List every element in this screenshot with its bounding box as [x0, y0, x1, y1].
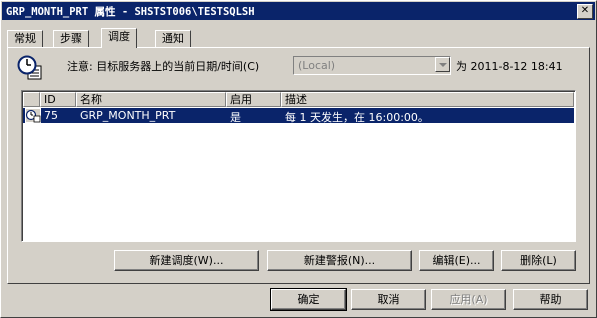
row-id: 75 [44, 109, 58, 122]
cancel-button[interactable]: 取消 [351, 289, 426, 310]
ok-button[interactable]: 确定 [270, 288, 347, 311]
title-bar[interactable]: GRP_MONTH_PRT 属性 - SHSTST006\TESTSQLSH ✕ [2, 2, 595, 20]
schedule-list[interactable]: ID 名称 启用 描述 75 GRP_MONTH_PRT 是 每 1 天发生，在… [21, 90, 576, 242]
properties-dialog: GRP_MONTH_PRT 属性 - SHSTST006\TESTSQLSH ✕… [0, 0, 597, 318]
row-description: 每 1 天发生，在 16:00:00。 [285, 111, 429, 124]
new-alert-button[interactable]: 新建警报(N)... [267, 250, 412, 271]
chevron-down-icon [435, 57, 450, 72]
tab-schedules[interactable]: 调度 [101, 28, 137, 48]
column-header-icon[interactable] [23, 92, 40, 107]
new-schedule-button[interactable]: 新建调度(W)... [114, 250, 259, 271]
help-button[interactable]: 帮助 [513, 289, 588, 310]
tab-general[interactable]: 常规 [7, 30, 43, 47]
target-server-combo: (Local) [293, 56, 451, 75]
target-server-note-label: 注意: 目标服务器上的当前日期/时间(C) [67, 60, 260, 73]
column-header-name[interactable]: 名称 [76, 92, 226, 107]
apply-button[interactable]: 应用(A) [431, 289, 506, 310]
job-schedule-icon [25, 108, 41, 123]
column-header-id[interactable]: ID [40, 92, 76, 107]
row-name: GRP_MONTH_PRT [80, 109, 176, 122]
tab-notifications[interactable]: 通知 [155, 30, 191, 47]
delete-button[interactable]: 删除(L) [501, 250, 576, 271]
target-server-combo-value: (Local) [298, 59, 336, 72]
window-title: GRP_MONTH_PRT 属性 - SHSTST006\TESTSQLSH [6, 6, 255, 18]
clock-calendar-icon [17, 55, 42, 80]
tab-steps[interactable]: 步骤 [53, 30, 89, 47]
current-datetime: 为 2011-8-12 18:41 [456, 60, 563, 73]
table-row[interactable]: 75 GRP_MONTH_PRT 是 每 1 天发生，在 16:00:00。 [23, 108, 574, 124]
list-header: ID 名称 启用 描述 [23, 92, 574, 107]
edit-button[interactable]: 编辑(E)... [419, 250, 494, 271]
row-enabled: 是 [230, 111, 241, 124]
close-button[interactable]: ✕ [577, 4, 593, 19]
column-header-description[interactable]: 描述 [281, 92, 574, 107]
column-header-enabled[interactable]: 启用 [226, 92, 281, 107]
